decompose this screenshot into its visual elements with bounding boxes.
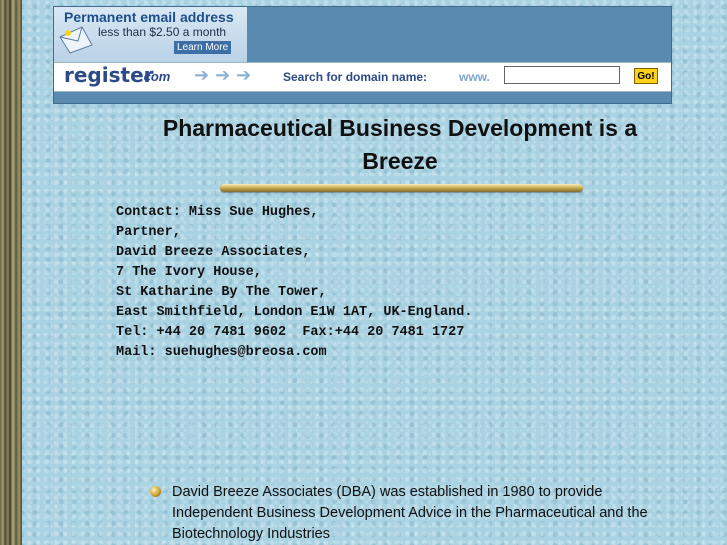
bullet-text: David Breeze Associates (DBA) was establ… [172,484,648,542]
contact-line: East Smithfield, London E1W 1AT, UK-Engl… [116,305,473,320]
learn-more-link[interactable]: Learn More [174,41,232,54]
search-label: Search for domain name: [283,70,428,84]
contact-line: Tel: +44 20 7481 9602 Fax:+44 20 7481 17… [116,325,465,340]
bullet-icon [150,486,161,497]
contact-line: David Breeze Associates, [116,245,311,260]
email-ad[interactable]: Permanent email address less than $2.50 … [54,7,247,62]
domain-search-bar: register .com ➔➔➔ Search for domain name… [54,62,671,92]
left-border [0,0,22,545]
register-logo-com: .com [140,69,171,84]
ad-title: Permanent email address [64,9,234,25]
domain-search-input[interactable] [504,66,620,84]
ad-subtitle: less than $2.50 a month [98,25,227,39]
gold-divider [220,184,583,192]
register-banner[interactable]: Permanent email address less than $2.50 … [53,6,672,104]
contact-block: Contact: Miss Sue Hughes, Partner, David… [116,203,472,363]
contact-line: Contact: Miss Sue Hughes, [116,205,319,220]
contact-line: Partner, [116,225,181,240]
contact-line: St Katharine By The Tower, [116,285,327,300]
page-title: Pharmaceutical Business Development is a… [162,115,638,174]
contact-line: 7 The Ivory House, [116,265,262,280]
envelope-icon [59,26,93,54]
www-prefix: www. [459,70,490,84]
arrow-right-icon: ➔➔➔ [194,65,258,85]
go-button[interactable]: Go! [634,68,658,84]
contact-line: Mail: suehughes@breosa.com [116,345,327,360]
